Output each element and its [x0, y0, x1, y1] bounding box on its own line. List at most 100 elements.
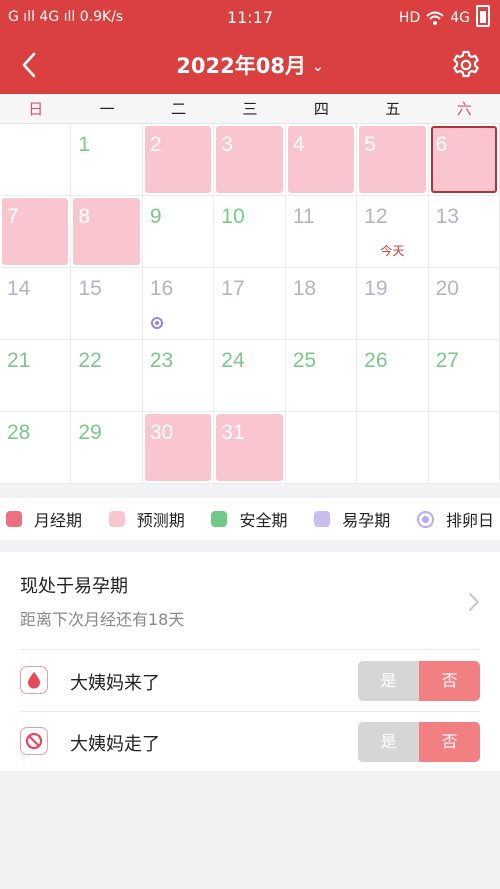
period-end-toggle: 是 否: [358, 722, 480, 762]
day-number: 19: [364, 277, 388, 300]
day-cell[interactable]: 31: [214, 412, 286, 484]
legend-label: 预测期: [136, 511, 185, 530]
no-button[interactable]: 否: [419, 661, 480, 701]
weekday-label: 六: [456, 100, 472, 118]
day-cell[interactable]: 8: [71, 196, 143, 268]
day-number: 6: [435, 133, 448, 156]
hd-label: HD: [398, 10, 421, 26]
day-number: 24: [221, 349, 245, 372]
legend-swatch: [211, 511, 228, 527]
day-cell[interactable]: 26: [357, 340, 429, 412]
status-bar: G ıll 4G ıll 0.9K/s 11:17 HD 4G: [0, 0, 500, 36]
day-cell[interactable]: 17: [214, 268, 286, 340]
day-cell[interactable]: 21: [0, 340, 72, 412]
day-cell[interactable]: 30: [142, 412, 215, 484]
no-button[interactable]: 否: [419, 722, 480, 762]
empty-cell: [357, 412, 429, 484]
calendar-grid: 1 2 3 4 5 6 7 8 9 10 11 12 今天 13 14 15 16 17 18 19 20 21 22 23 2…: [0, 124, 500, 484]
day-number: 14: [7, 277, 31, 300]
legend-swatch: [6, 511, 22, 527]
day-number: 26: [364, 349, 388, 372]
legend-label: 排卵日: [445, 511, 494, 530]
legend-swatch: [108, 511, 125, 527]
empty-cell: [285, 412, 358, 484]
day-cell[interactable]: 22: [71, 340, 143, 412]
ovulation-icon: [416, 510, 434, 528]
empty-cell: [428, 412, 500, 484]
day-cell[interactable]: 14: [0, 268, 72, 340]
day-number: 13: [435, 205, 459, 228]
legend-item-period: 月经期: [6, 507, 82, 531]
legend-swatch: [314, 511, 331, 527]
day-number: 11: [292, 205, 315, 228]
month-selector[interactable]: 2022年08月 ⌄: [0, 50, 500, 80]
legend-label: 易孕期: [342, 511, 391, 530]
day-cell[interactable]: 13: [428, 196, 500, 268]
yes-button[interactable]: 是: [358, 722, 419, 762]
weekday-label: 四: [313, 100, 329, 118]
day-cell[interactable]: 4: [285, 124, 358, 196]
day-cell[interactable]: 2: [142, 124, 215, 196]
day-number: 22: [78, 349, 102, 372]
period-start-toggle: 是 否: [358, 661, 480, 701]
legend-label: 安全期: [239, 511, 288, 530]
day-number: 20: [435, 277, 459, 300]
day-cell[interactable]: 25: [285, 340, 358, 412]
day-cell[interactable]: 18: [285, 268, 358, 340]
battery-icon: [476, 5, 490, 27]
net-label: 4G: [450, 10, 470, 26]
weekday-header: 日 一 二 三 四 五 六: [0, 94, 500, 124]
day-cell[interactable]: 29: [71, 412, 143, 484]
day-number: 30: [149, 421, 174, 444]
day-cell[interactable]: 5: [357, 124, 429, 196]
day-number: 29: [78, 421, 102, 444]
day-number: 16: [149, 277, 174, 300]
period-start-row: 大姨妈来了 是 否: [0, 651, 500, 711]
day-number: 15: [78, 277, 102, 300]
weekday-label: 三: [242, 100, 258, 118]
day-cell[interactable]: 24: [214, 340, 286, 412]
day-number: 10: [221, 205, 245, 228]
status-subtitle: 距离下次月经还有18天: [20, 610, 185, 629]
app-header: 2022年08月 ⌄: [0, 36, 500, 94]
day-cell[interactable]: 6: [428, 124, 500, 196]
legend-label: 月经期: [34, 511, 83, 530]
ovulation-icon: [150, 317, 163, 329]
page-title: 2022年08月: [176, 54, 306, 78]
day-number: 1: [78, 133, 91, 156]
day-cell[interactable]: 1: [71, 124, 143, 196]
status-right: HD 4G: [398, 5, 490, 27]
day-number: 25: [292, 349, 317, 372]
day-cell[interactable]: 10: [214, 196, 286, 268]
gear-icon: [453, 50, 479, 78]
day-cell[interactable]: 9: [142, 196, 215, 268]
day-cell[interactable]: 16: [142, 268, 215, 340]
day-cell[interactable]: 19: [357, 268, 429, 340]
empty-cell: [0, 124, 72, 196]
day-cell[interactable]: 12 今天: [357, 196, 429, 268]
legend-item-safe: 安全期: [211, 507, 287, 531]
legend-item-predicted: 预测期: [108, 507, 185, 531]
chevron-down-icon: ⌄: [311, 59, 324, 75]
day-cell[interactable]: 28: [0, 412, 72, 484]
day-cell[interactable]: 23: [142, 340, 215, 412]
weekday-label: 日: [28, 100, 44, 118]
day-cell[interactable]: 11: [285, 196, 358, 268]
ban-icon: [20, 727, 48, 755]
day-cell[interactable]: 27: [428, 340, 500, 412]
day-cell[interactable]: 7: [0, 196, 72, 268]
day-cell[interactable]: 3: [214, 124, 286, 196]
day-number: 31: [221, 421, 245, 444]
day-number: 17: [221, 277, 245, 300]
day-number: 12: [364, 205, 388, 228]
day-number: 21: [7, 349, 31, 372]
day-cell[interactable]: 20: [428, 268, 500, 340]
drop-icon: [20, 666, 48, 694]
status-card: 现处于易孕期 距离下次月经还有18天 大姨妈来了 是 否 大姨妈走了 是 否: [0, 552, 500, 771]
settings-button[interactable]: [450, 49, 482, 81]
divider: [20, 649, 480, 650]
day-number: 8: [78, 205, 91, 228]
yes-button[interactable]: 是: [358, 661, 419, 701]
day-cell[interactable]: 15: [71, 268, 143, 340]
wifi-icon: [426, 11, 444, 25]
